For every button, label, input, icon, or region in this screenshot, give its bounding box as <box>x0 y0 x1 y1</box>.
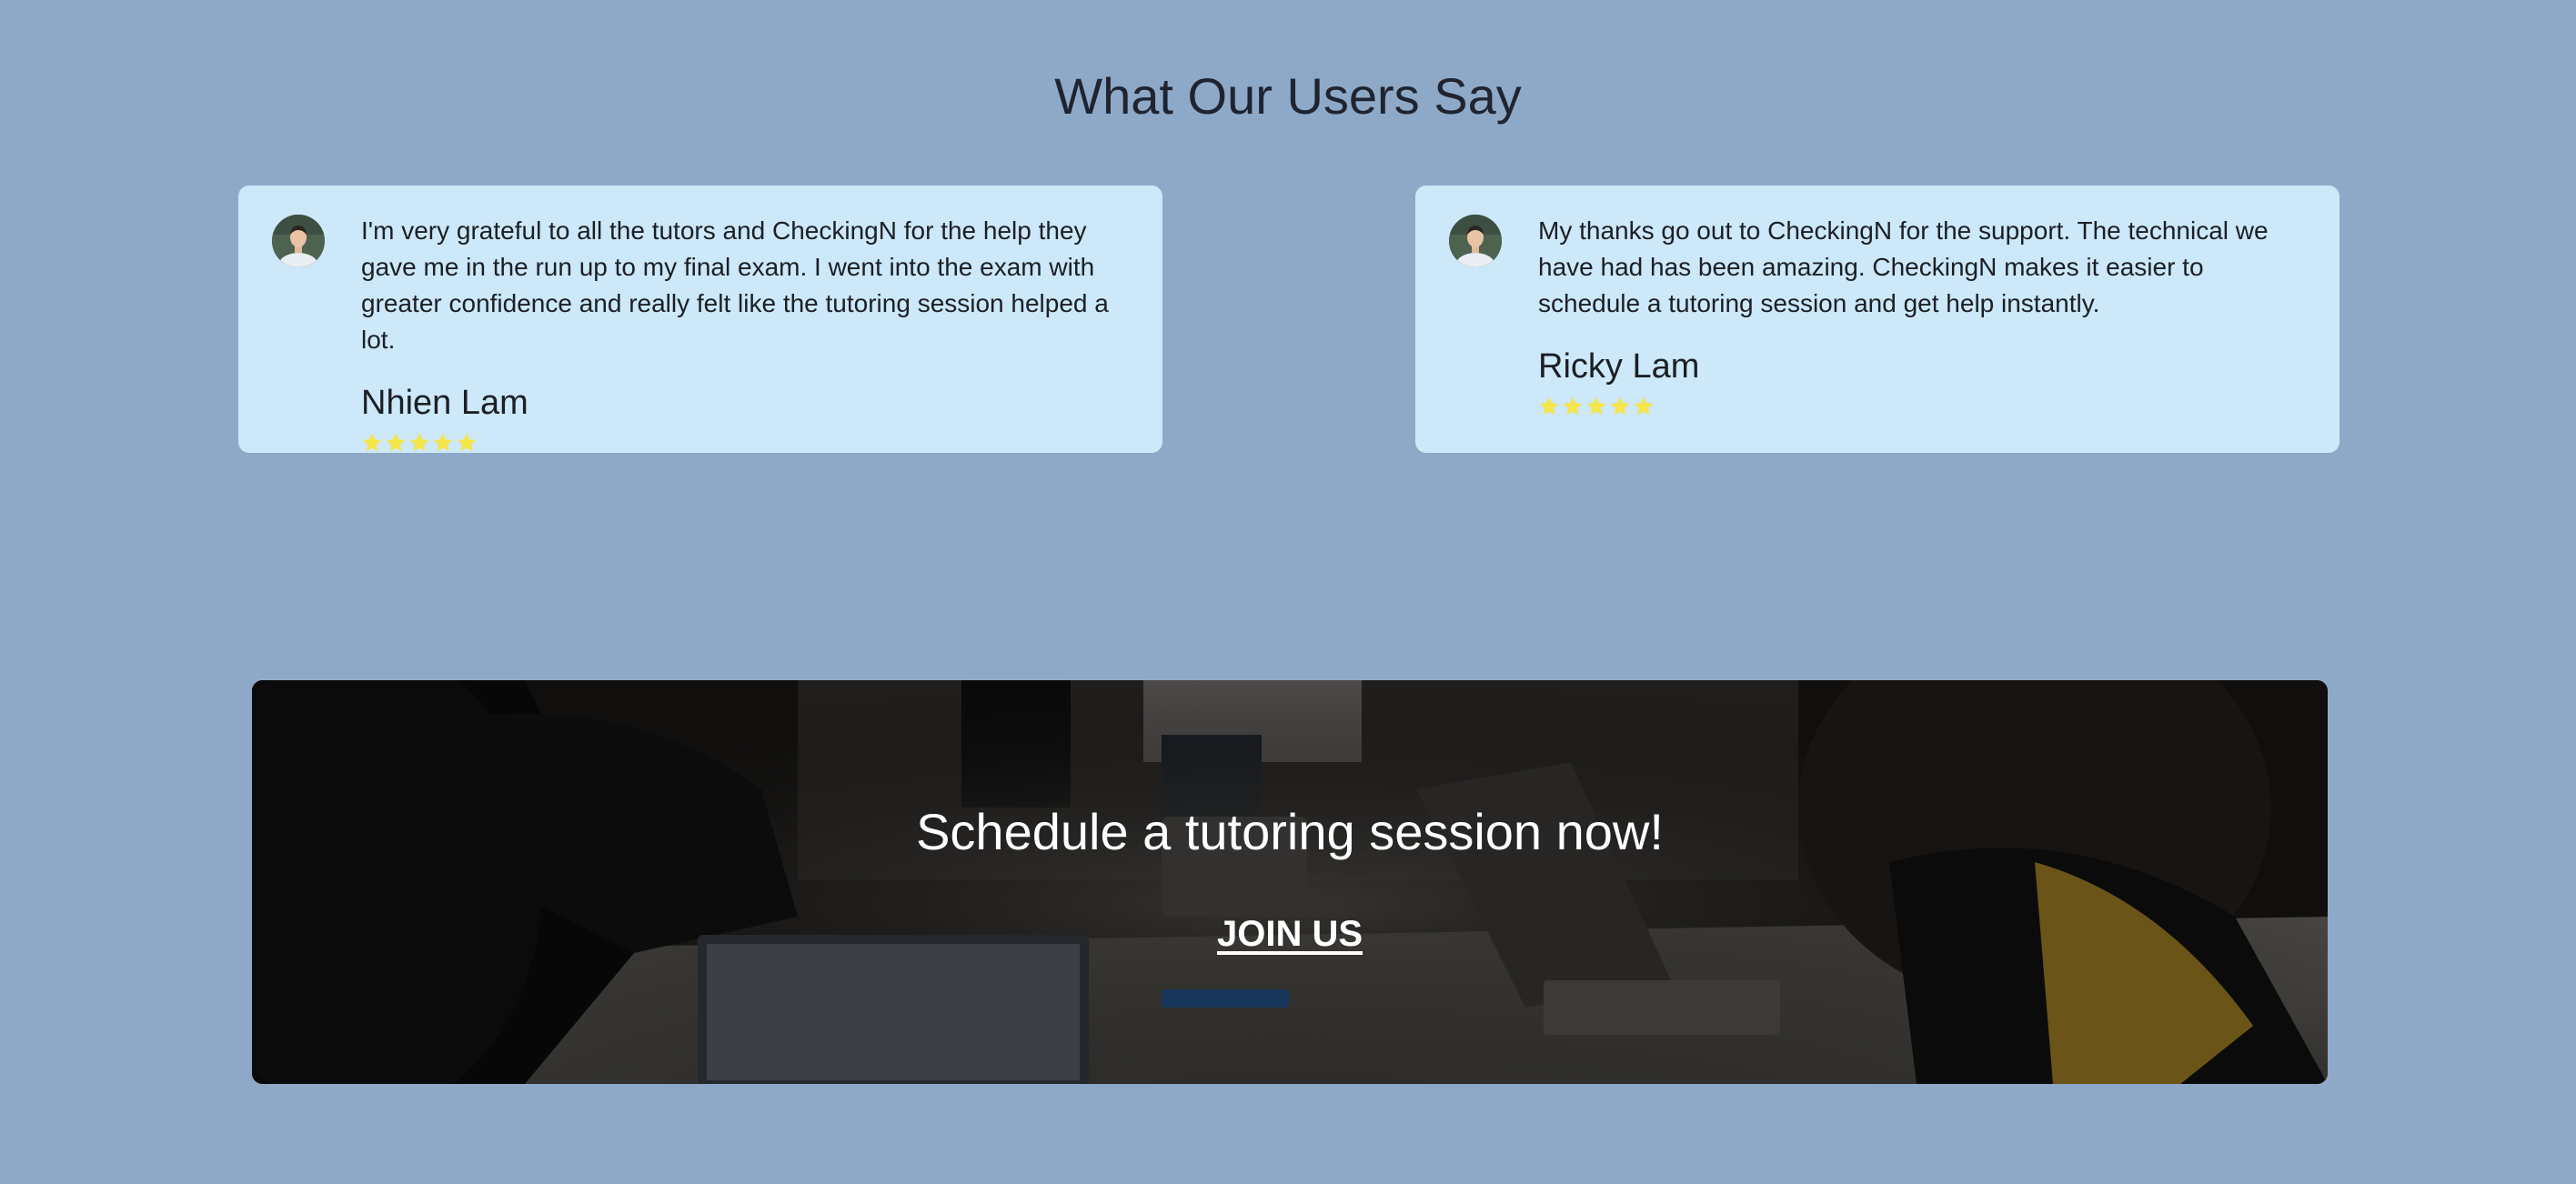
star-rating <box>361 429 1135 457</box>
star-icon <box>1562 396 1584 417</box>
testimonial-author: Ricky Lam <box>1538 347 1700 386</box>
avatar <box>1449 215 1502 267</box>
star-rating <box>1538 393 2312 420</box>
avatar <box>272 215 325 267</box>
testimonial-card: I'm very grateful to all the tutors and … <box>238 186 1162 453</box>
cta-banner: Schedule a tutoring session now! JOIN US <box>252 680 2328 1084</box>
star-icon <box>408 432 430 454</box>
star-icon <box>1609 396 1631 417</box>
testimonial-card: My thanks go out to CheckingN for the su… <box>1415 186 2340 453</box>
testimonial-author: Nhien Lam <box>361 384 528 422</box>
section-title: What Our Users Say <box>1054 67 1522 125</box>
banner-background-photo <box>252 680 2328 1084</box>
star-icon <box>385 432 407 454</box>
star-icon <box>1633 396 1655 417</box>
star-icon <box>456 432 478 454</box>
star-icon <box>432 432 454 454</box>
star-icon <box>1538 396 1560 417</box>
star-icon <box>1585 396 1607 417</box>
join-us-link[interactable]: JOIN US <box>252 911 2328 957</box>
star-icon <box>361 432 383 454</box>
cta-title: Schedule a tutoring session now! <box>916 803 1664 860</box>
testimonial-quote: I'm very grateful to all the tutors and … <box>361 216 1109 354</box>
testimonial-quote: My thanks go out to CheckingN for the su… <box>1538 216 2269 317</box>
